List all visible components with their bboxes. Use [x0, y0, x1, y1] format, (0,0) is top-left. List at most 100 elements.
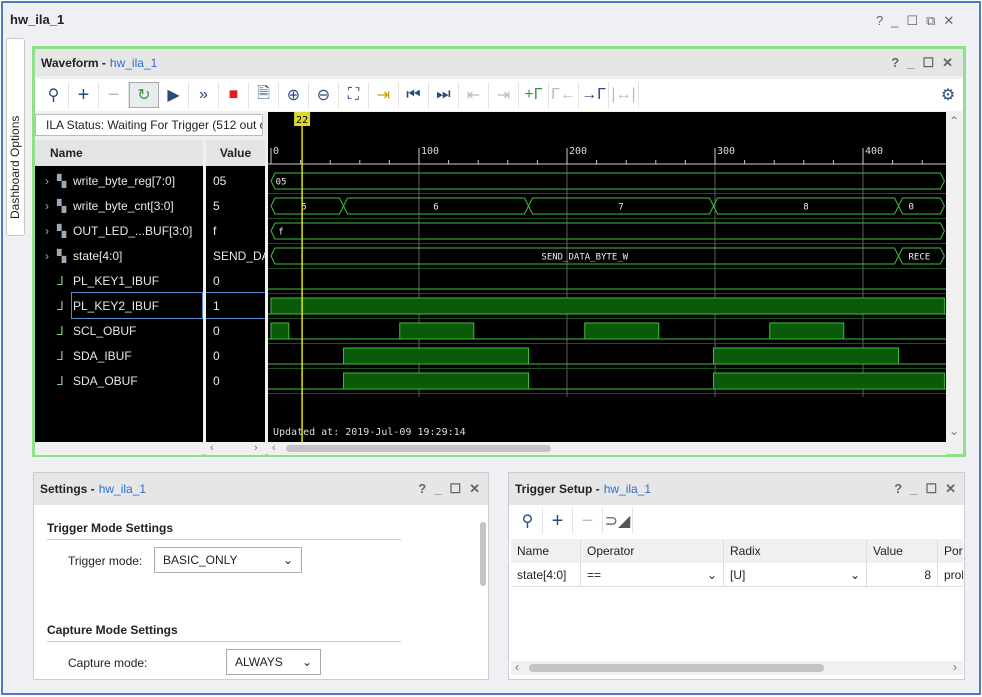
close-button[interactable]: ✕ [943, 13, 954, 29]
operator-select[interactable]: ==⌄ [581, 563, 724, 587]
bus-value-label: 8 [803, 203, 808, 213]
gear-icon[interactable]: ⚙ [933, 82, 963, 108]
column-port[interactable]: Port [938, 539, 963, 563]
trigger-mode-value: BASIC_ONLY [163, 553, 237, 567]
help-button[interactable]: ? [891, 55, 899, 71]
minimize-button[interactable]: _ [910, 481, 917, 497]
value-column-header[interactable]: Value [206, 140, 265, 166]
swap-cursor-icon[interactable]: |↔| [609, 82, 639, 108]
radix-select[interactable]: [U]⌄ [724, 563, 867, 587]
close-button[interactable]: ✕ [945, 481, 956, 497]
zoom-fit-icon[interactable]: ⛶ [339, 82, 369, 108]
bit-high-pulse [271, 323, 289, 339]
name-horizontal-scrollbar[interactable] [35, 442, 203, 455]
trigger-port[interactable]: probe [938, 563, 963, 587]
bus-value-label: RECE [909, 253, 931, 263]
export-icon[interactable]: 🗎 [249, 82, 279, 108]
signal-row[interactable]: ⅃SCL_OBUF [35, 318, 203, 343]
panel-title: Settings [40, 482, 87, 496]
add-icon[interactable]: + [69, 82, 99, 108]
column-radix[interactable]: Radix [724, 539, 867, 563]
waveform-horizontal-scrollbar[interactable]: ‹ [268, 442, 946, 455]
waveform-header: Waveform - hw_ila_1 ? _ ☐ ✕ [35, 49, 963, 76]
add-icon[interactable]: + [543, 508, 573, 534]
signal-name: PL_KEY2_IBUF [73, 299, 159, 313]
expand-chevron-icon[interactable]: › [45, 199, 57, 213]
search-icon[interactable]: ⚲ [513, 508, 543, 534]
bit-signal-icon: ⅃ [57, 374, 73, 388]
close-button[interactable]: ✕ [942, 55, 953, 71]
trigger-value-input[interactable]: 8 [867, 563, 938, 587]
next-transition-icon[interactable]: ⇥ [489, 82, 519, 108]
column-name[interactable]: Name [511, 539, 581, 563]
bit-high-pulse [714, 373, 945, 389]
stop-icon[interactable]: ■ [219, 82, 249, 108]
signal-row[interactable]: ⅃PL_KEY2_IBUF [72, 293, 202, 318]
remove-icon[interactable]: − [573, 508, 603, 534]
previous-transition-icon[interactable]: ⇤ [459, 82, 489, 108]
signal-value: 0 [206, 343, 265, 368]
panel-link[interactable]: hw_ila_1 [110, 56, 157, 70]
go-to-start-icon[interactable]: ⏮ [399, 82, 429, 108]
remove-icon[interactable]: − [99, 82, 129, 108]
waveform-canvas[interactable]: 01002003004000556780fSEND_DATA_BYTE_WREC… [268, 112, 946, 442]
signal-row[interactable]: ⅃PL_KEY1_IBUF [35, 268, 203, 293]
help-button[interactable]: ? [418, 481, 426, 497]
dashboard-options-tab[interactable]: Dashboard Options [6, 38, 25, 236]
signal-row[interactable]: ›▚write_byte_reg[7:0] [35, 168, 203, 193]
capture-mode-select[interactable]: ALWAYS⌄ [226, 649, 321, 675]
help-button[interactable]: ? [876, 13, 883, 29]
column-operator[interactable]: Operator [581, 539, 724, 563]
signal-row[interactable]: ›▚state[4:0] [35, 243, 203, 268]
column-value[interactable]: Value [867, 539, 938, 563]
maximize-button[interactable]: ☐ [925, 481, 937, 497]
previous-marker-icon[interactable]: Γ← [549, 82, 579, 108]
run-trigger-icon[interactable]: ▶ [159, 82, 189, 108]
help-button[interactable]: ? [894, 481, 902, 497]
expand-chevron-icon[interactable]: › [45, 224, 57, 238]
signal-value: 0 [206, 368, 265, 393]
signal-value-list: 055fSEND_DATA_BYTE_W01000 [206, 166, 265, 442]
ila-status: ILA Status: Waiting For Trigger (512 out… [35, 114, 263, 136]
bus-value-label: 7 [618, 203, 623, 213]
expand-chevron-icon[interactable]: › [45, 174, 57, 188]
capture-mode-value: ALWAYS [235, 655, 283, 669]
close-button[interactable]: ✕ [469, 481, 480, 497]
minimize-button[interactable]: _ [907, 55, 914, 71]
minimize-button[interactable]: _ [434, 481, 441, 497]
go-to-cursor-icon[interactable]: ⇥ [369, 82, 399, 108]
signal-row[interactable]: ⅃SDA_IBUF [35, 343, 203, 368]
trigger-horizontal-scrollbar[interactable]: ‹› [511, 661, 963, 675]
zoom-in-icon[interactable]: ⊕ [279, 82, 309, 108]
maximize-button[interactable]: ☐ [922, 55, 934, 71]
signal-row[interactable]: ⅃SDA_OBUF [35, 368, 203, 393]
panel-link[interactable]: hw_ila_1 [604, 482, 651, 496]
bus-icon: ▚ [57, 174, 73, 188]
minimize-button[interactable]: _ [891, 13, 898, 29]
signal-name: write_byte_reg[7:0] [73, 174, 175, 188]
bus-value-label: SEND_DATA_BYTE_W [541, 253, 628, 263]
settings-vertical-scrollbar[interactable] [478, 506, 488, 678]
maximize-button[interactable]: ☐ [449, 481, 461, 497]
search-icon[interactable]: ⚲ [39, 82, 69, 108]
logic-gate-icon[interactable]: ⊃◢ [603, 508, 633, 534]
go-to-end-icon[interactable]: ⏭ [429, 82, 459, 108]
maximize-button[interactable]: ☐ [906, 13, 918, 29]
signal-row[interactable]: ›▚OUT_LED_...BUF[3:0] [35, 218, 203, 243]
zoom-out-icon[interactable]: ⊖ [309, 82, 339, 108]
float-button[interactable]: ⧉ [926, 13, 935, 29]
auto-retrigger-icon[interactable]: ↻ [129, 82, 159, 108]
expand-chevron-icon[interactable]: › [45, 249, 57, 263]
run-immediate-icon[interactable]: » [189, 82, 219, 108]
trigger-mode-select[interactable]: BASIC_ONLY ⌄ [154, 547, 302, 573]
add-marker-icon[interactable]: +Γ [519, 82, 549, 108]
table-row[interactable]: state[4:0] ==⌄ [U]⌄ 8 probe [511, 563, 963, 587]
name-column-header[interactable]: Name [35, 140, 203, 166]
ruler-tick-label: 300 [717, 146, 735, 157]
value-horizontal-scrollbar[interactable]: ‹› [206, 442, 265, 455]
signal-row[interactable]: ›▚write_byte_cnt[3:0] [35, 193, 203, 218]
next-marker-icon[interactable]: →Γ [579, 82, 609, 108]
waveform-vertical-scrollbar[interactable]: ⌃⌄ [946, 112, 962, 442]
chevron-down-icon: ⌄ [283, 553, 293, 567]
panel-link[interactable]: hw_ila_1 [99, 482, 146, 496]
